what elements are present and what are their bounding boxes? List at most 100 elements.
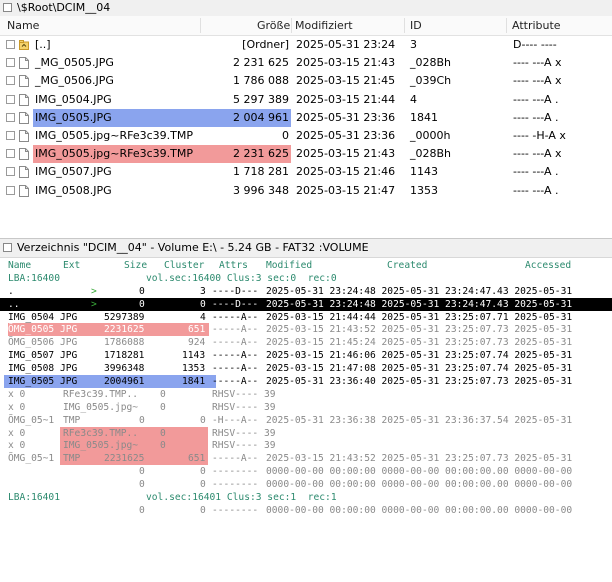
file-id: 4	[410, 92, 417, 106]
file-id: 3	[410, 38, 417, 51]
lba-info: vol.sec:16401 Clus:3 sec:1 rec:1	[146, 492, 337, 504]
panel-checkbox[interactable]	[3, 3, 12, 12]
header-cluster: Cluster	[164, 260, 205, 271]
file-name: IMG_0507.JPG	[35, 165, 112, 179]
header-size: Size	[124, 260, 148, 271]
dir-entry-deleted-tmp-2[interactable]: ÕMG_05~1 TMP 2231625 651 -----A-- 2025-0…	[0, 452, 612, 466]
file-attributes: ---- ---A .	[513, 92, 559, 106]
arrow-icon: >	[91, 298, 97, 310]
dir-entry-img0508[interactable]: IMG_0508 JPG 3996348 1353 -----A-- 2025-…	[0, 362, 612, 375]
lfn-entry[interactable]: x 0 RFe3c39.TMP.. 0 RHSV---- 39	[0, 426, 612, 440]
dir-entry-img0505[interactable]: IMG_0505 JPG 2004961 1841 -----A-- 2025-…	[0, 375, 612, 389]
file-row[interactable]: _MG_0505.JPG 2 231 625 2025-03-15 21:43 _02…	[0, 54, 612, 72]
file-row[interactable]: [..] [Ordner] 2025-05-31 23:24 3 D---- ----	[0, 36, 612, 54]
column-header-name[interactable]: Name	[3, 16, 39, 35]
file-attributes: ---- ---A x	[513, 74, 562, 88]
header-ext: Ext	[63, 260, 81, 271]
dir-entry-img0504[interactable]: IMG_0504 JPG 5297389 4 -----A-- 2025-03-…	[0, 311, 612, 324]
file-modified: 2025-03-15 21:45	[296, 74, 396, 88]
lba-label: LBA:16401	[8, 492, 60, 504]
lfn-entry[interactable]: x 0 IMG_0505.jpg~ 0 RHSV---- 39	[0, 439, 612, 453]
file-icon	[19, 57, 29, 70]
empty-entry[interactable]: 0 0 -------- 0000-00-00 00:00:00 0000-00…	[0, 465, 612, 478]
header-created: Created	[387, 260, 428, 271]
folder-up-icon	[19, 40, 29, 50]
file-row[interactable]: IMG_0508.JPG 3 996 348 2025-03-15 21:47 135…	[0, 182, 612, 200]
dir-entry-deleted-tmp[interactable]: ÕMG_05~1 TMP 0 0 -H---A-- 2025-05-31 23:…	[0, 414, 612, 427]
file-icon	[19, 129, 29, 142]
row-checkbox[interactable]	[6, 149, 15, 159]
file-attributes: ---- ---A .	[513, 165, 559, 179]
file-icon	[19, 93, 29, 106]
lfn-entry[interactable]: x 0 IMG_0505.jpg~ 0 RHSV---- 39	[0, 401, 612, 414]
column-divider[interactable]	[200, 18, 201, 33]
file-id: 1143	[410, 165, 438, 179]
file-list: [..] [Ordner] 2025-05-31 23:24 3 D---- ---- _…	[0, 36, 612, 200]
file-row[interactable]: IMG_0504.JPG 5 297 389 2025-03-15 21:44 4 --…	[0, 91, 612, 109]
empty-entry[interactable]: 0 0 -------- 0000-00-00 00:00:00 0000-00…	[0, 478, 612, 491]
header-accessed: Accessed	[525, 260, 572, 271]
dir-entry-deleted-mg0506[interactable]: ÕMG_0506 JPG 1786088 924 -----A-- 2025-0…	[0, 336, 612, 349]
file-name: IMG_0504.JPG	[35, 92, 112, 106]
dir-entry-parent[interactable]: .. > 0 0 ----D--- 2025-05-31 23:24:48 20…	[0, 297, 612, 311]
empty-entry[interactable]: 0 0 -------- 0000-00-00 00:00:00 0000-00…	[0, 504, 612, 517]
file-icon	[19, 148, 29, 161]
lfn-entry[interactable]: x 0 RFe3c39.TMP.. 0 RHSV---- 39	[0, 388, 612, 401]
row-checkbox[interactable]	[6, 185, 15, 195]
entries-header: Name Ext Size Cluster Attrs Modified Cre…	[0, 259, 612, 272]
dir-entry-dot[interactable]: . > 0 3 ----D--- 2025-05-31 23:24:48 202…	[0, 285, 612, 298]
panel-checkbox[interactable]	[3, 243, 12, 252]
file-modified: 2025-05-31 23:36	[296, 110, 396, 124]
row-checkbox[interactable]	[6, 58, 15, 68]
header-name: Name	[8, 260, 32, 271]
file-size: 3 996 348	[233, 183, 289, 197]
file-id: _028Bh	[410, 56, 452, 70]
file-browser-panel: \$Root\DCIM__04 Name Größe Modifiziert I…	[0, 0, 612, 237]
column-divider[interactable]	[404, 18, 405, 33]
file-modified: 2025-03-15 21:44	[296, 92, 396, 106]
lba-label: LBA:16400	[8, 272, 60, 284]
file-attributes: ---- ---A x	[513, 56, 562, 70]
row-checkbox[interactable]	[6, 112, 15, 122]
row-checkbox[interactable]	[6, 40, 15, 49]
header-modified: Modified	[266, 260, 313, 271]
file-modified: 2025-05-31 23:36	[296, 128, 396, 142]
file-modified: 2025-03-15 21:43	[296, 56, 396, 70]
file-size: [Ordner]	[242, 38, 289, 51]
column-header-id[interactable]: ID	[406, 16, 422, 35]
file-row[interactable]: IMG_0505.jpg~RFe3c39.TMP 0 2025-05-31 23:3…	[0, 127, 612, 145]
file-size: 1 718 281	[233, 165, 289, 179]
file-icon	[19, 75, 29, 88]
column-divider[interactable]	[506, 18, 507, 33]
file-row[interactable]: IMG_0505.jpg~RFe3c39.TMP 2 231 625 2025-03…	[0, 145, 612, 164]
file-name: _MG_0505.JPG	[35, 56, 114, 70]
file-row[interactable]: _MG_0506.JPG 1 786 088 2025-03-15 21:45 _03…	[0, 72, 612, 90]
file-modified: 2025-03-15 21:47	[296, 183, 396, 197]
lba-info: vol.sec:16400 Clus:3 sec:0 rec:0	[146, 272, 337, 284]
file-row[interactable]: IMG_0507.JPG 1 718 281 2025-03-15 21:46 114…	[0, 163, 612, 181]
column-header-attributes[interactable]: Attribute	[508, 16, 561, 35]
file-id: 1353	[410, 183, 438, 197]
file-attributes: ---- ---A .	[513, 110, 559, 124]
dir-entry-img0507[interactable]: IMG_0507 JPG 1718281 1143 -----A-- 2025-…	[0, 349, 612, 362]
row-checkbox[interactable]	[6, 130, 15, 140]
file-id: _039Ch	[410, 74, 452, 88]
file-attributes: ---- ---A .	[513, 183, 559, 197]
column-header-size[interactable]: Größe	[253, 16, 290, 35]
row-checkbox[interactable]	[6, 76, 15, 86]
row-checkbox[interactable]	[6, 167, 15, 177]
row-checkbox[interactable]	[6, 94, 15, 104]
path-bar: \$Root\DCIM__04	[0, 0, 612, 17]
file-row[interactable]: IMG_0505.JPG 2 004 961 2025-05-31 23:36 184…	[0, 108, 612, 127]
file-id: _0000h	[410, 128, 451, 142]
file-modified: 2025-03-15 21:43	[296, 147, 396, 161]
file-name: _MG_0506.JPG	[35, 74, 114, 88]
dir-entry-deleted-mg0505[interactable]: ÕMG_0505 JPG 2231625 651 -----A-- 2025-0…	[0, 323, 612, 337]
arrow-icon: >	[91, 285, 97, 297]
column-header-modified[interactable]: Modifiziert	[291, 16, 353, 35]
file-attributes: ---- -H-A x	[513, 128, 566, 142]
file-icon	[19, 111, 29, 124]
column-header-row: Name Größe Modifiziert ID Attribute	[0, 16, 612, 36]
file-attributes: D---- ----	[513, 38, 557, 51]
directory-view-panel: Verzeichnis "DCIM__04" - Volume E:\ - 5.…	[0, 238, 612, 527]
